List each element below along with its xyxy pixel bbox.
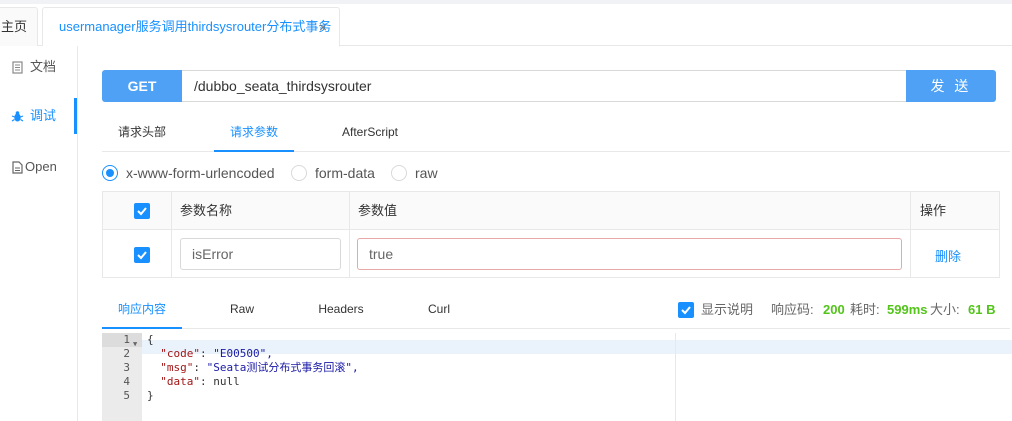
code-text: { xyxy=(147,333,154,346)
fold-arrow-icon[interactable]: ▼ xyxy=(133,340,137,348)
json-key: "data" xyxy=(160,375,200,388)
select-all-checkbox[interactable] xyxy=(134,203,150,219)
tab-response-content[interactable]: 响应内容 xyxy=(102,293,182,329)
radio-checked-icon xyxy=(102,165,118,181)
param-value-input[interactable] xyxy=(357,238,902,270)
line-number: 4 xyxy=(123,375,130,388)
sidebar-item-label: 文档 xyxy=(30,59,57,74)
json-key: "code" xyxy=(160,347,200,360)
show-description-checkbox[interactable] xyxy=(678,302,694,318)
response-code-editor[interactable]: 1 2 3 4 5 ▼ { "code": "E00500", "msg": "… xyxy=(102,333,1012,421)
radio-label: form-data xyxy=(315,165,375,181)
column-divider xyxy=(349,192,350,277)
json-value: null xyxy=(213,375,240,388)
code-line: "code": "E00500", xyxy=(160,347,273,360)
time-label: 耗时: xyxy=(850,302,880,317)
code-line: { xyxy=(147,333,154,347)
send-button[interactable]: 发 送 xyxy=(906,70,996,102)
request-tabs: 请求头部 请求参数 AfterScript xyxy=(102,116,1010,152)
line-number: 3 xyxy=(123,361,130,374)
code-line: "msg": "Seata测试分布式事务回滚", xyxy=(160,361,359,374)
code-line: "data": null xyxy=(160,375,240,388)
sidebar-item-debug[interactable]: 调试 xyxy=(0,98,77,134)
close-icon[interactable]: × xyxy=(319,8,327,46)
radio-unchecked-icon xyxy=(291,165,307,181)
radio-unchecked-icon xyxy=(391,165,407,181)
header-param-name: 参数名称 xyxy=(180,203,233,218)
sidebar-item-label: Open xyxy=(25,159,57,174)
editor-gutter: 1 2 3 4 5 ▼ xyxy=(102,333,142,421)
param-name-input[interactable] xyxy=(180,238,341,270)
url-input[interactable] xyxy=(182,70,907,102)
size-value: 61 B xyxy=(968,302,996,317)
code-text: } xyxy=(147,389,154,402)
radio-label: x-www-form-urlencoded xyxy=(126,165,275,181)
status-code-value: 200 xyxy=(823,302,845,317)
line-number: 2 xyxy=(123,347,130,360)
tab-bar-top-strip xyxy=(0,0,1012,4)
tab-active-api[interactable]: usermanager服务调用thirdsysrouter分布式事务 × xyxy=(42,7,340,47)
tab-bar: 主页 usermanager服务调用thirdsysrouter分布式事务 × xyxy=(0,0,1012,47)
status-code-label: 响应码: xyxy=(771,302,814,317)
row-checkbox[interactable] xyxy=(134,247,150,263)
sidebar-item-label: 调试 xyxy=(30,108,57,123)
sidebar: 文档 调试 Open xyxy=(0,46,78,421)
tab-response-curl[interactable]: Curl xyxy=(399,293,479,329)
params-table-header xyxy=(103,192,999,230)
tab-response-headers[interactable]: Headers xyxy=(301,293,381,329)
show-description-label: 显示说明 xyxy=(701,302,754,317)
tab-request-params[interactable]: 请求参数 xyxy=(214,116,294,152)
document-icon xyxy=(10,49,24,88)
method-select[interactable]: GET xyxy=(102,70,182,102)
column-divider xyxy=(171,192,172,277)
header-action: 操作 xyxy=(920,203,947,218)
json-value: "Seata测试分布式事务回滚", xyxy=(206,361,359,374)
sidebar-item-docs[interactable]: 文档 xyxy=(0,49,77,85)
file-icon xyxy=(10,149,24,188)
header-param-value: 参数值 xyxy=(358,203,398,218)
tab-afterscript[interactable]: AfterScript xyxy=(330,116,410,152)
tab-request-headers[interactable]: 请求头部 xyxy=(102,116,182,152)
line-number: 5 xyxy=(123,389,130,402)
tab-response-raw[interactable]: Raw xyxy=(202,293,282,329)
size-label: 大小: xyxy=(930,302,960,317)
json-key: "msg" xyxy=(160,361,194,374)
time-value: 599ms xyxy=(887,302,928,317)
print-margin xyxy=(675,333,676,421)
column-divider xyxy=(910,192,911,277)
tab-active-label: usermanager服务调用thirdsysrouter分布式事务 xyxy=(59,19,332,34)
bug-icon xyxy=(10,98,24,137)
tab-home[interactable]: 主页 xyxy=(0,7,38,46)
radio-label: raw xyxy=(415,165,438,181)
json-value: "E00500", xyxy=(213,347,273,360)
delete-link[interactable]: 删除 xyxy=(935,246,961,265)
sidebar-item-open[interactable]: Open xyxy=(0,149,77,185)
params-table: 参数名称 参数值 操作 删除 xyxy=(102,191,1000,278)
tab-home-label: 主页 xyxy=(1,19,28,34)
code-line: } xyxy=(147,389,154,403)
